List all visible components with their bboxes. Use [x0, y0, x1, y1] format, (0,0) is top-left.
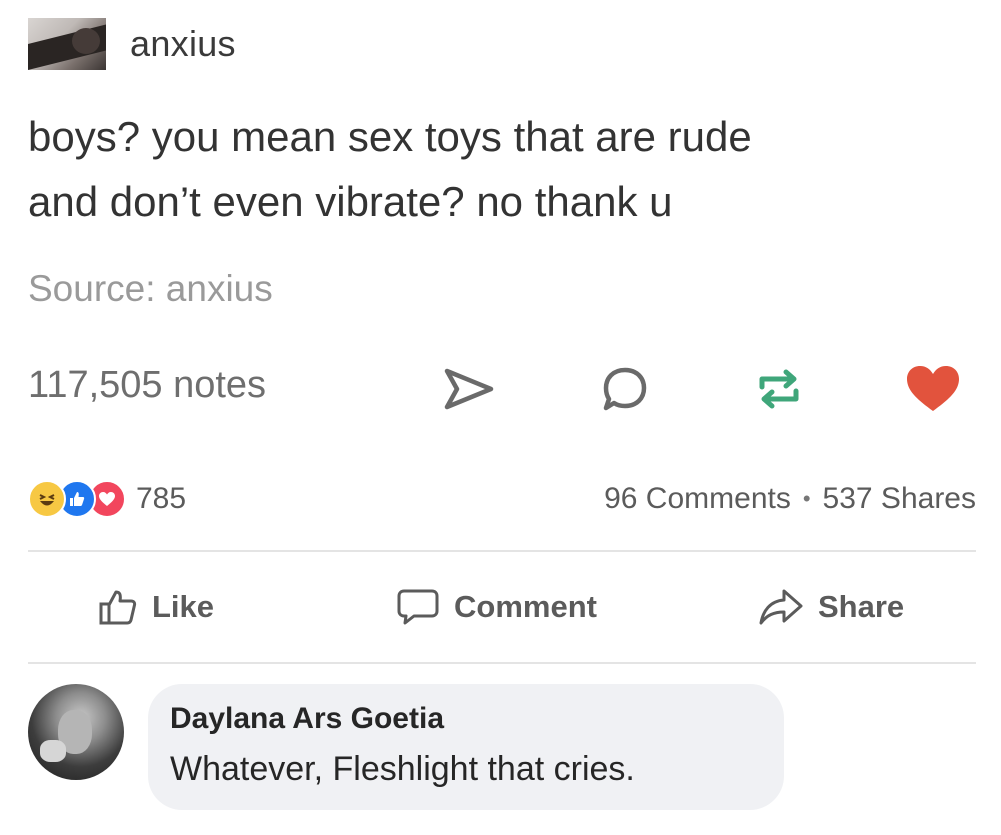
send-icon[interactable]: [438, 358, 500, 420]
comment-bubble-icon: [397, 589, 439, 625]
post-source[interactable]: Source: anxius: [28, 268, 273, 310]
tumblr-avatar[interactable]: [28, 18, 106, 70]
like-label: Like: [152, 589, 215, 624]
reactions-bar[interactable]: 785: [28, 480, 186, 518]
heart-icon[interactable]: [902, 358, 964, 420]
shares-count[interactable]: 537 Shares: [823, 482, 976, 516]
share-label: Share: [818, 589, 905, 624]
post-body: boys? you mean sex toys that are rude an…: [28, 104, 968, 234]
share-button[interactable]: Share: [758, 582, 904, 632]
thumbs-up-icon: [99, 590, 137, 625]
like-button[interactable]: Like: [98, 582, 214, 632]
comment-text: Whatever, Fleshlight that cries.: [170, 750, 635, 788]
post-body-line: and don’t even vibrate? no thank u: [28, 178, 673, 225]
haha-reaction-icon: [28, 480, 66, 518]
reaction-count: 785: [136, 482, 187, 515]
divider: [28, 662, 976, 664]
notes-count[interactable]: 117,505 notes: [28, 364, 266, 407]
tumblr-username[interactable]: anxius: [130, 23, 236, 65]
comment-bubble[interactable]: Daylana Ars Goetia Whatever, Fleshlight …: [148, 684, 784, 810]
engagement-counts: 96 Comments • 537 Shares: [604, 482, 976, 516]
comment-author[interactable]: Daylana Ars Goetia: [170, 702, 444, 736]
separator-dot: •: [802, 486, 811, 511]
reactions-summary: 785 96 Comments • 537 Shares: [28, 474, 976, 524]
post-body-line: boys? you mean sex toys that are rude: [28, 113, 752, 160]
post-footer: 117,505 notes: [28, 358, 968, 420]
avatar[interactable]: [28, 684, 124, 780]
comment-button[interactable]: Comment: [396, 582, 597, 632]
reply-icon[interactable]: [594, 358, 656, 420]
reblog-icon[interactable]: [748, 358, 810, 420]
comment: Daylana Ars Goetia Whatever, Fleshlight …: [28, 678, 976, 828]
action-bar: Like Comment Share: [28, 570, 976, 646]
post-header: anxius: [28, 14, 236, 74]
divider: [28, 550, 976, 552]
share-arrow-icon: [759, 589, 803, 625]
comment-label: Comment: [454, 589, 597, 624]
comments-count[interactable]: 96 Comments: [604, 482, 791, 516]
